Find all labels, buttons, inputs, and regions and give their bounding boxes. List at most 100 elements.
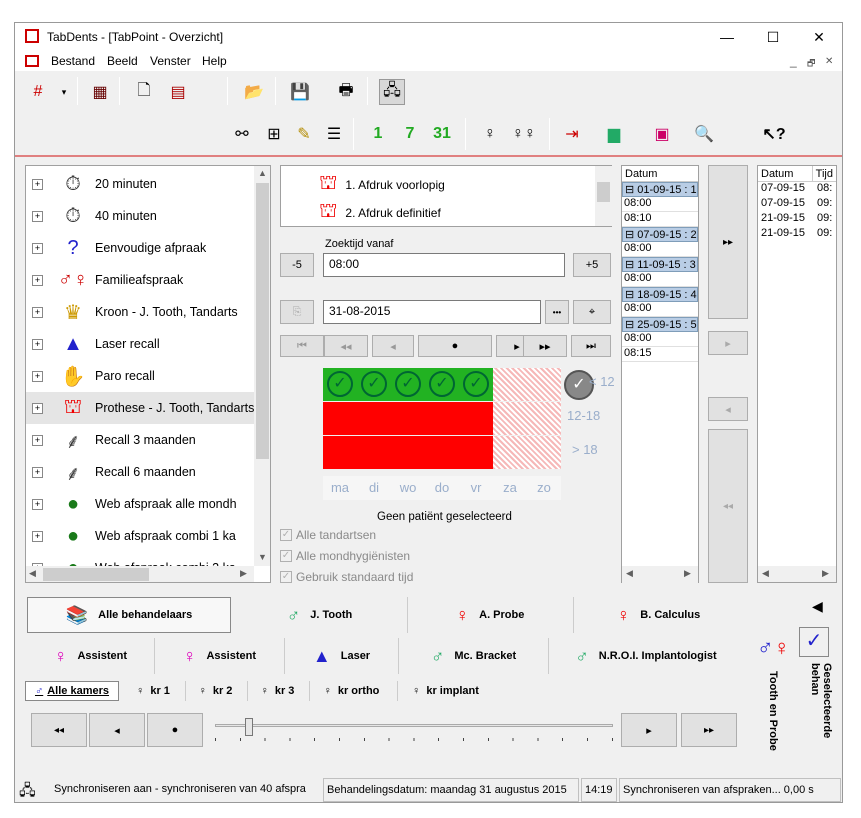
search-date-field[interactable]: 31-08-2015 — [323, 300, 541, 324]
slot-closed[interactable] — [493, 368, 527, 401]
mdi-restore-button[interactable]: 🗗 — [807, 56, 815, 72]
time-row[interactable]: 08:00 — [622, 197, 698, 212]
tab-all-practitioners[interactable]: 📚 Alle behandelaars — [27, 597, 231, 633]
layout-icon[interactable]: ▆ — [601, 121, 627, 147]
person-icon[interactable]: ♀ — [477, 121, 503, 147]
slider-prev-fast-button[interactable]: ◂◂ — [31, 713, 87, 747]
expand-icon[interactable]: + — [32, 242, 43, 254]
expand-icon[interactable]: + — [32, 274, 43, 286]
slot-available[interactable]: ✓ — [391, 368, 425, 401]
menu-help[interactable]: Help — [202, 54, 227, 68]
expand-icon[interactable]: + — [32, 434, 43, 446]
help-icon[interactable]: ↖? — [761, 121, 787, 147]
expand-icon[interactable]: + — [32, 466, 43, 478]
screen-icon[interactable]: ▣ — [649, 121, 675, 147]
collapse-icon[interactable]: ⊟ — [625, 259, 637, 271]
tree-item[interactable]: + ⛫ Prothese - J. Tooth, Tandarts — [26, 392, 266, 424]
slot-unavailable[interactable] — [425, 436, 459, 469]
tree-item[interactable]: + ♛ Kroon - J. Tooth, Tandarts — [26, 296, 266, 328]
film-icon[interactable]: ▦ — [87, 79, 113, 105]
add-button[interactable]: ▸ — [708, 331, 748, 355]
table-row[interactable]: 21-09-15 09: — [758, 227, 836, 242]
tab-assistent-2[interactable]: ♀ Assistent — [155, 638, 285, 674]
link-button[interactable]: ⎘ — [280, 300, 314, 324]
tab-laser[interactable]: ▲ Laser — [285, 638, 399, 674]
week-view-icon[interactable]: 7 — [397, 121, 423, 147]
tab-nroi-implantologist[interactable]: ♂ N.R.O.I. Implantologist — [549, 638, 743, 674]
tree-item[interactable]: + ⏱ 20 minuten — [26, 168, 266, 200]
slot-closed[interactable] — [527, 436, 561, 469]
slot-unavailable[interactable] — [391, 402, 425, 435]
slot-unavailable[interactable] — [357, 436, 391, 469]
scroll-down-icon[interactable]: ▼ — [258, 552, 267, 562]
slot-available[interactable]: ✓ — [323, 368, 357, 401]
list-view-icon[interactable]: ☰ — [321, 121, 347, 147]
selected-hscrollbar[interactable]: ◀ ▶ — [758, 566, 836, 582]
slot-unavailable[interactable] — [323, 402, 357, 435]
scroll-left-icon[interactable]: ◀ — [626, 568, 633, 579]
table-row[interactable]: 07-09-15 09: — [758, 197, 836, 212]
slot-unavailable[interactable] — [425, 402, 459, 435]
checkbox-all-hygienists[interactable]: ✓ Alle mondhygiënisten — [280, 549, 410, 563]
tab-room-1[interactable]: ♀ kr 1 — [123, 681, 183, 701]
slot-available[interactable]: ✓ — [459, 368, 493, 401]
collapse-icon[interactable]: ⊟ — [625, 184, 637, 196]
expand-icon[interactable]: + — [32, 370, 43, 382]
slider-next-button[interactable]: ▸ — [621, 713, 677, 747]
plus-five-button[interactable]: +5 — [573, 253, 611, 277]
expand-icon[interactable]: + — [32, 498, 43, 510]
tree-hscroll-thumb[interactable] — [43, 568, 149, 581]
tab-room-2[interactable]: ♀ kr 2 — [185, 681, 245, 701]
tree-item[interactable]: + ⸙ Recall 3 maanden — [26, 424, 266, 456]
expand-icon[interactable]: + — [32, 530, 43, 542]
tree-item[interactable]: +? Eenvoudige afpraak — [26, 232, 266, 264]
expand-icon[interactable]: + — [32, 338, 43, 350]
new-document-icon[interactable]: 🗋 — [131, 79, 157, 105]
collapse-icon[interactable]: ⊟ — [625, 289, 637, 301]
network-icon[interactable]: 🖧 — [379, 79, 405, 105]
tree-item[interactable]: + ✋ Paro recall — [26, 360, 266, 392]
tab-mc-bracket[interactable]: ♂ Mc. Bracket — [399, 638, 549, 674]
tree-scroll-thumb[interactable] — [256, 183, 269, 459]
tree-item[interactable]: + ⏱ 40 minuten — [26, 200, 266, 232]
nav-prev-button[interactable]: ◂ — [372, 335, 414, 357]
tree-item[interactable]: + ● Web afspraak alle mondh — [26, 488, 266, 520]
tree-item[interactable]: + ▲ Laser recall — [26, 328, 266, 360]
collapse-icon[interactable]: ⊟ — [625, 319, 637, 331]
save-icon[interactable]: 💾 — [287, 79, 313, 105]
slot-closed[interactable] — [493, 436, 527, 469]
minimize-button[interactable]: — — [704, 23, 750, 51]
date-picker-button[interactable]: ••• — [545, 300, 569, 324]
dropdown-arrow-icon[interactable]: ▾ — [51, 79, 77, 105]
scroll-left-icon[interactable]: ◀ — [762, 568, 769, 579]
tab-room-3[interactable]: ♀ kr 3 — [247, 681, 307, 701]
date-group-header[interactable]: ⊟ 11-09-15 : 3 — [622, 257, 698, 272]
time-row[interactable]: 08:15 — [622, 347, 698, 362]
maximize-button[interactable]: ☐ — [750, 23, 796, 51]
slot-unavailable[interactable] — [459, 436, 493, 469]
datum-hscrollbar[interactable]: ◀ ▶ — [622, 566, 698, 583]
print-list-scrollbar[interactable] — [595, 166, 612, 226]
scroll-right-icon[interactable]: ▶ — [822, 568, 829, 579]
tab-b-calculus[interactable]: ♀ B. Calculus — [573, 597, 743, 633]
slider-today-button[interactable]: ● — [147, 713, 203, 747]
checkbox-all-dentists[interactable]: ✓ Alle tandartsen — [280, 528, 376, 542]
date-group-header[interactable]: ⊟ 07-09-15 : 2 — [622, 227, 698, 242]
slot-available[interactable]: ✓ — [425, 368, 459, 401]
date-group-header[interactable]: ⊟ 25-09-15 : 5 — [622, 317, 698, 332]
goto-end-icon[interactable]: ⇥ — [559, 121, 585, 147]
checkbox-standard-time[interactable]: ✓ Gebruik standaard tijd — [280, 570, 413, 584]
selected-checkmark-icon[interactable]: ✓ — [799, 627, 829, 657]
print-icon[interactable]: 🖶 — [333, 79, 359, 105]
search-person-icon[interactable]: 🔍 — [691, 121, 717, 147]
scroll-up-icon[interactable]: ▲ — [258, 168, 267, 178]
tree-view-icon[interactable]: ⊞ — [261, 121, 287, 147]
slider-thumb[interactable] — [245, 718, 253, 736]
scroll-right-icon[interactable]: ▶ — [684, 568, 691, 579]
search-time-field[interactable]: 08:00 — [323, 253, 565, 277]
date-group-header[interactable]: ⊟ 01-09-15 : 1 — [622, 182, 698, 197]
tab-room-ortho[interactable]: ♀ kr ortho — [309, 681, 393, 701]
collapse-arrow-icon[interactable]: ◀ — [812, 598, 823, 615]
time-row[interactable]: 08:00 — [622, 272, 698, 287]
time-row[interactable]: 08:10 — [622, 212, 698, 227]
